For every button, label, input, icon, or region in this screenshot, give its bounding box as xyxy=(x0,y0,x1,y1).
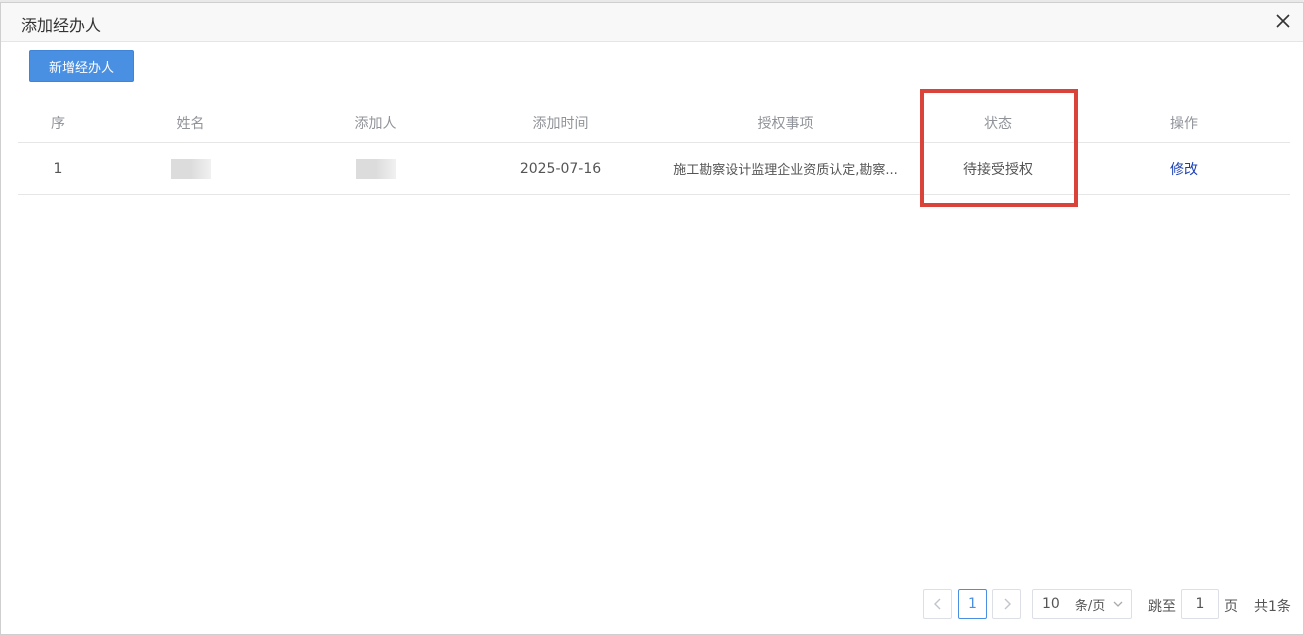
row-index: 1 xyxy=(53,160,63,177)
row-added-by xyxy=(283,143,468,194)
header-name: 姓名 xyxy=(176,116,205,132)
redacted-added-by xyxy=(355,158,396,179)
page-unit-label: 页 xyxy=(1224,599,1238,615)
page-size-unit: 条/页 xyxy=(1074,598,1106,614)
chevron-down-icon xyxy=(1113,598,1123,611)
total-count: 共1条 xyxy=(1254,599,1291,615)
row-authorized-items: 施工勘察设计监理企业资质认定,勘察... xyxy=(653,143,918,194)
page-size-value: 10 xyxy=(1042,596,1060,612)
agent-table: 序 姓名 添加人 添加时间 授权事项 状态 操作 1 2025-07-16 施工… xyxy=(18,104,1290,195)
dialog-header: 添加经办人 xyxy=(1,3,1303,42)
header-index: 序 xyxy=(51,116,65,132)
header-added-time: 添加时间 xyxy=(532,116,589,132)
redacted-name xyxy=(170,158,211,179)
header-authorized-items: 授权事项 xyxy=(757,116,814,132)
pagination: 1 10 条/页 跳至 页 共1条 xyxy=(1,589,1304,620)
authorized-items-text: 施工勘察设计监理企业资质认定,勘察... xyxy=(673,163,898,178)
row-added-time: 2025-07-16 xyxy=(519,160,602,177)
dialog-title: 添加经办人 xyxy=(21,16,102,35)
jump-label: 跳至 xyxy=(1148,599,1176,615)
jump-page-input[interactable] xyxy=(1181,589,1219,619)
edit-link[interactable]: 修改 xyxy=(1170,159,1198,179)
status-highlight-box xyxy=(920,89,1078,207)
header-action: 操作 xyxy=(1170,116,1198,132)
row-name xyxy=(98,143,283,194)
chevron-right-icon[interactable] xyxy=(992,589,1021,619)
add-agent-dialog: 添加经办人 新增经办人 序 姓名 添加人 添加时间 授权事项 状态 操作 1 2… xyxy=(0,2,1304,635)
close-icon[interactable] xyxy=(1273,11,1293,31)
page-number-current[interactable]: 1 xyxy=(958,589,987,619)
header-added-by: 添加人 xyxy=(354,116,397,132)
page-size-select[interactable]: 10 条/页 xyxy=(1032,589,1132,619)
table-row: 1 2025-07-16 施工勘察设计监理企业资质认定,勘察... 待接受授权 … xyxy=(18,143,1290,195)
chevron-left-icon[interactable] xyxy=(923,589,952,619)
table-header-row: 序 姓名 添加人 添加时间 授权事项 状态 操作 xyxy=(18,104,1290,143)
add-agent-button[interactable]: 新增经办人 xyxy=(29,50,134,82)
row-action: 修改 xyxy=(1078,143,1290,194)
